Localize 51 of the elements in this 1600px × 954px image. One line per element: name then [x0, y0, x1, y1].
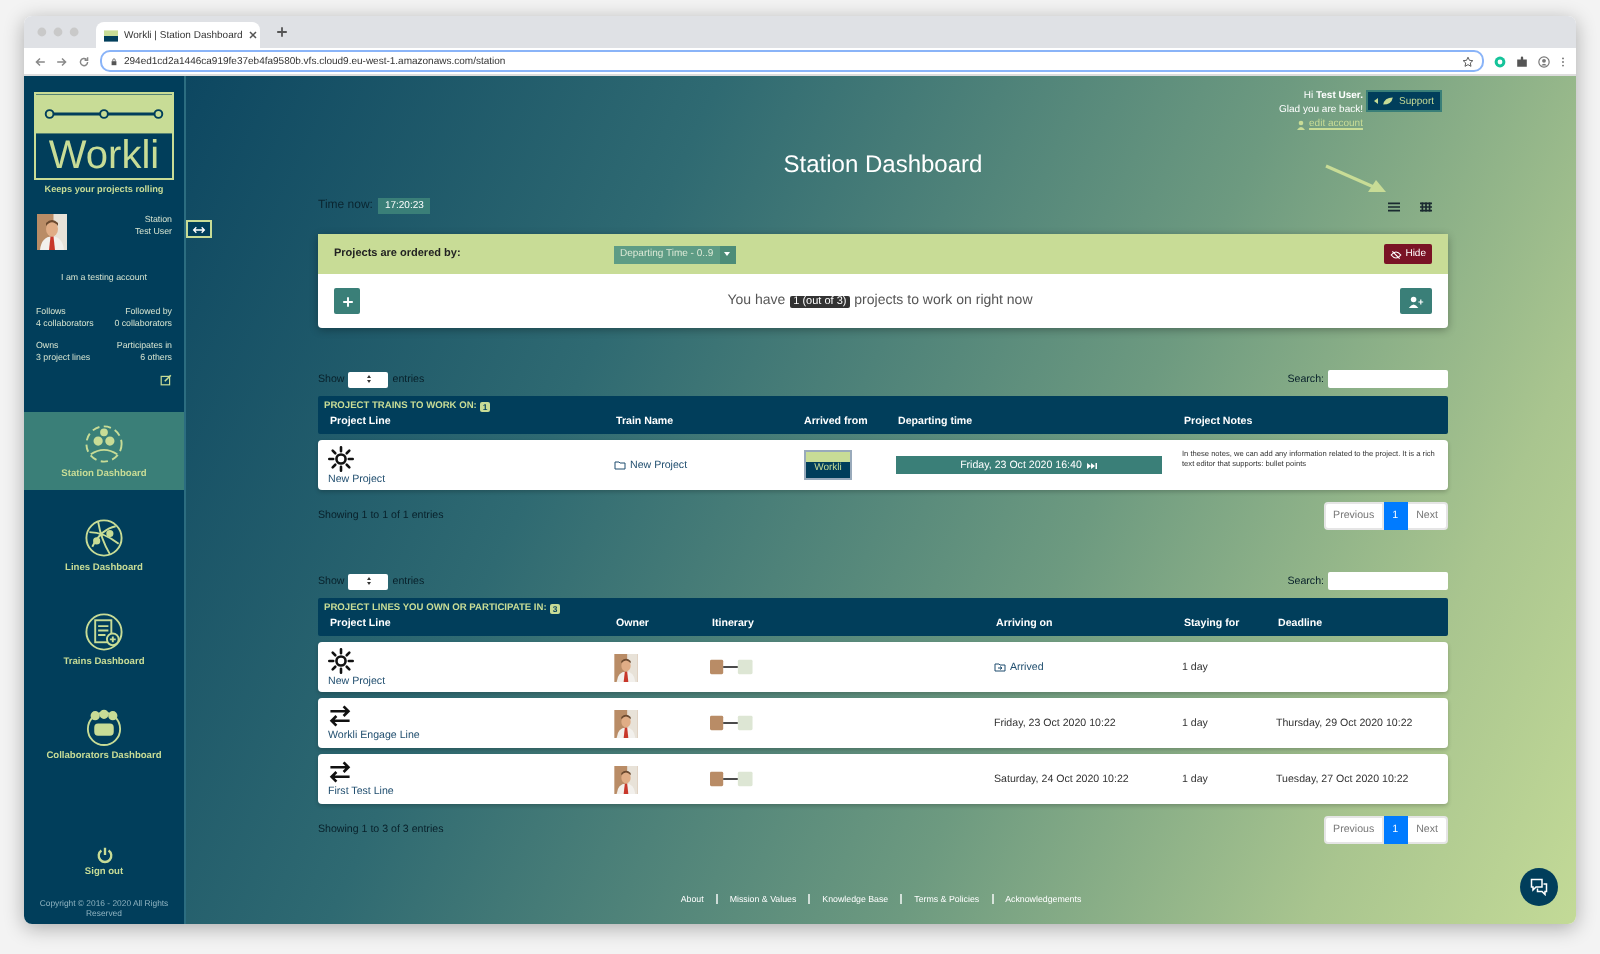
- leaf-icon: [1382, 96, 1395, 106]
- lock-icon: [110, 57, 118, 65]
- reload-icon[interactable]: [78, 55, 90, 67]
- arrow-drawing: [1324, 162, 1388, 196]
- eye-slash-icon: [1389, 249, 1402, 259]
- fast-forward-icon: [1085, 461, 1098, 469]
- arrows-icon: [192, 225, 206, 233]
- plus-icon[interactable]: [276, 26, 288, 38]
- close-icon[interactable]: [248, 30, 259, 40]
- page-title: Station Dashboard: [781, 150, 985, 178]
- user-icon: [1295, 119, 1306, 129]
- sort-icon: [365, 576, 372, 586]
- people-icon: [82, 422, 126, 466]
- group-icon: [82, 704, 126, 748]
- puzzle-icon[interactable]: [1516, 55, 1528, 67]
- search-field[interactable]: [1328, 370, 1448, 388]
- itinerary-drawing: [710, 714, 754, 732]
- caret-down-icon: [724, 252, 731, 256]
- entries-select[interactable]: [348, 371, 389, 387]
- chat-icon: [1530, 878, 1548, 896]
- swap-icon: [328, 704, 352, 728]
- user-plus-icon: [1408, 295, 1424, 307]
- grid-icon[interactable]: [1420, 201, 1432, 211]
- list-icon[interactable]: [1388, 201, 1400, 211]
- network-icon: [82, 516, 126, 560]
- document-icon: [82, 610, 126, 654]
- add-user-button[interactable]: [1400, 288, 1432, 314]
- profile-icon[interactable]: [1538, 55, 1550, 67]
- itinerary-drawing: [710, 658, 754, 676]
- logo-icon: [104, 29, 118, 41]
- arrival-icon: [994, 662, 1006, 672]
- sun-icon: [328, 445, 354, 471]
- swap-icon: [328, 760, 352, 784]
- folder-icon: [614, 460, 626, 470]
- back-icon[interactable]: [34, 55, 46, 67]
- add-button[interactable]: [334, 288, 360, 314]
- star-icon[interactable]: [1462, 55, 1474, 67]
- plus-icon: [341, 295, 353, 307]
- itinerary-drawing: [710, 770, 754, 788]
- chat-button[interactable]: [1520, 868, 1558, 906]
- caret-icon: [1374, 98, 1379, 104]
- logo-text: Workli: [46, 134, 162, 178]
- forward-arrow-icon[interactable]: [56, 55, 68, 67]
- search-field[interactable]: [1328, 572, 1448, 590]
- power-icon: [95, 846, 113, 864]
- collapse-button[interactable]: [186, 220, 212, 238]
- sun-icon: [328, 647, 354, 673]
- sort-icon: [365, 374, 372, 384]
- edit-icon[interactable]: [160, 374, 172, 386]
- window-controls-icon: [36, 26, 80, 38]
- entries-select[interactable]: [348, 573, 389, 589]
